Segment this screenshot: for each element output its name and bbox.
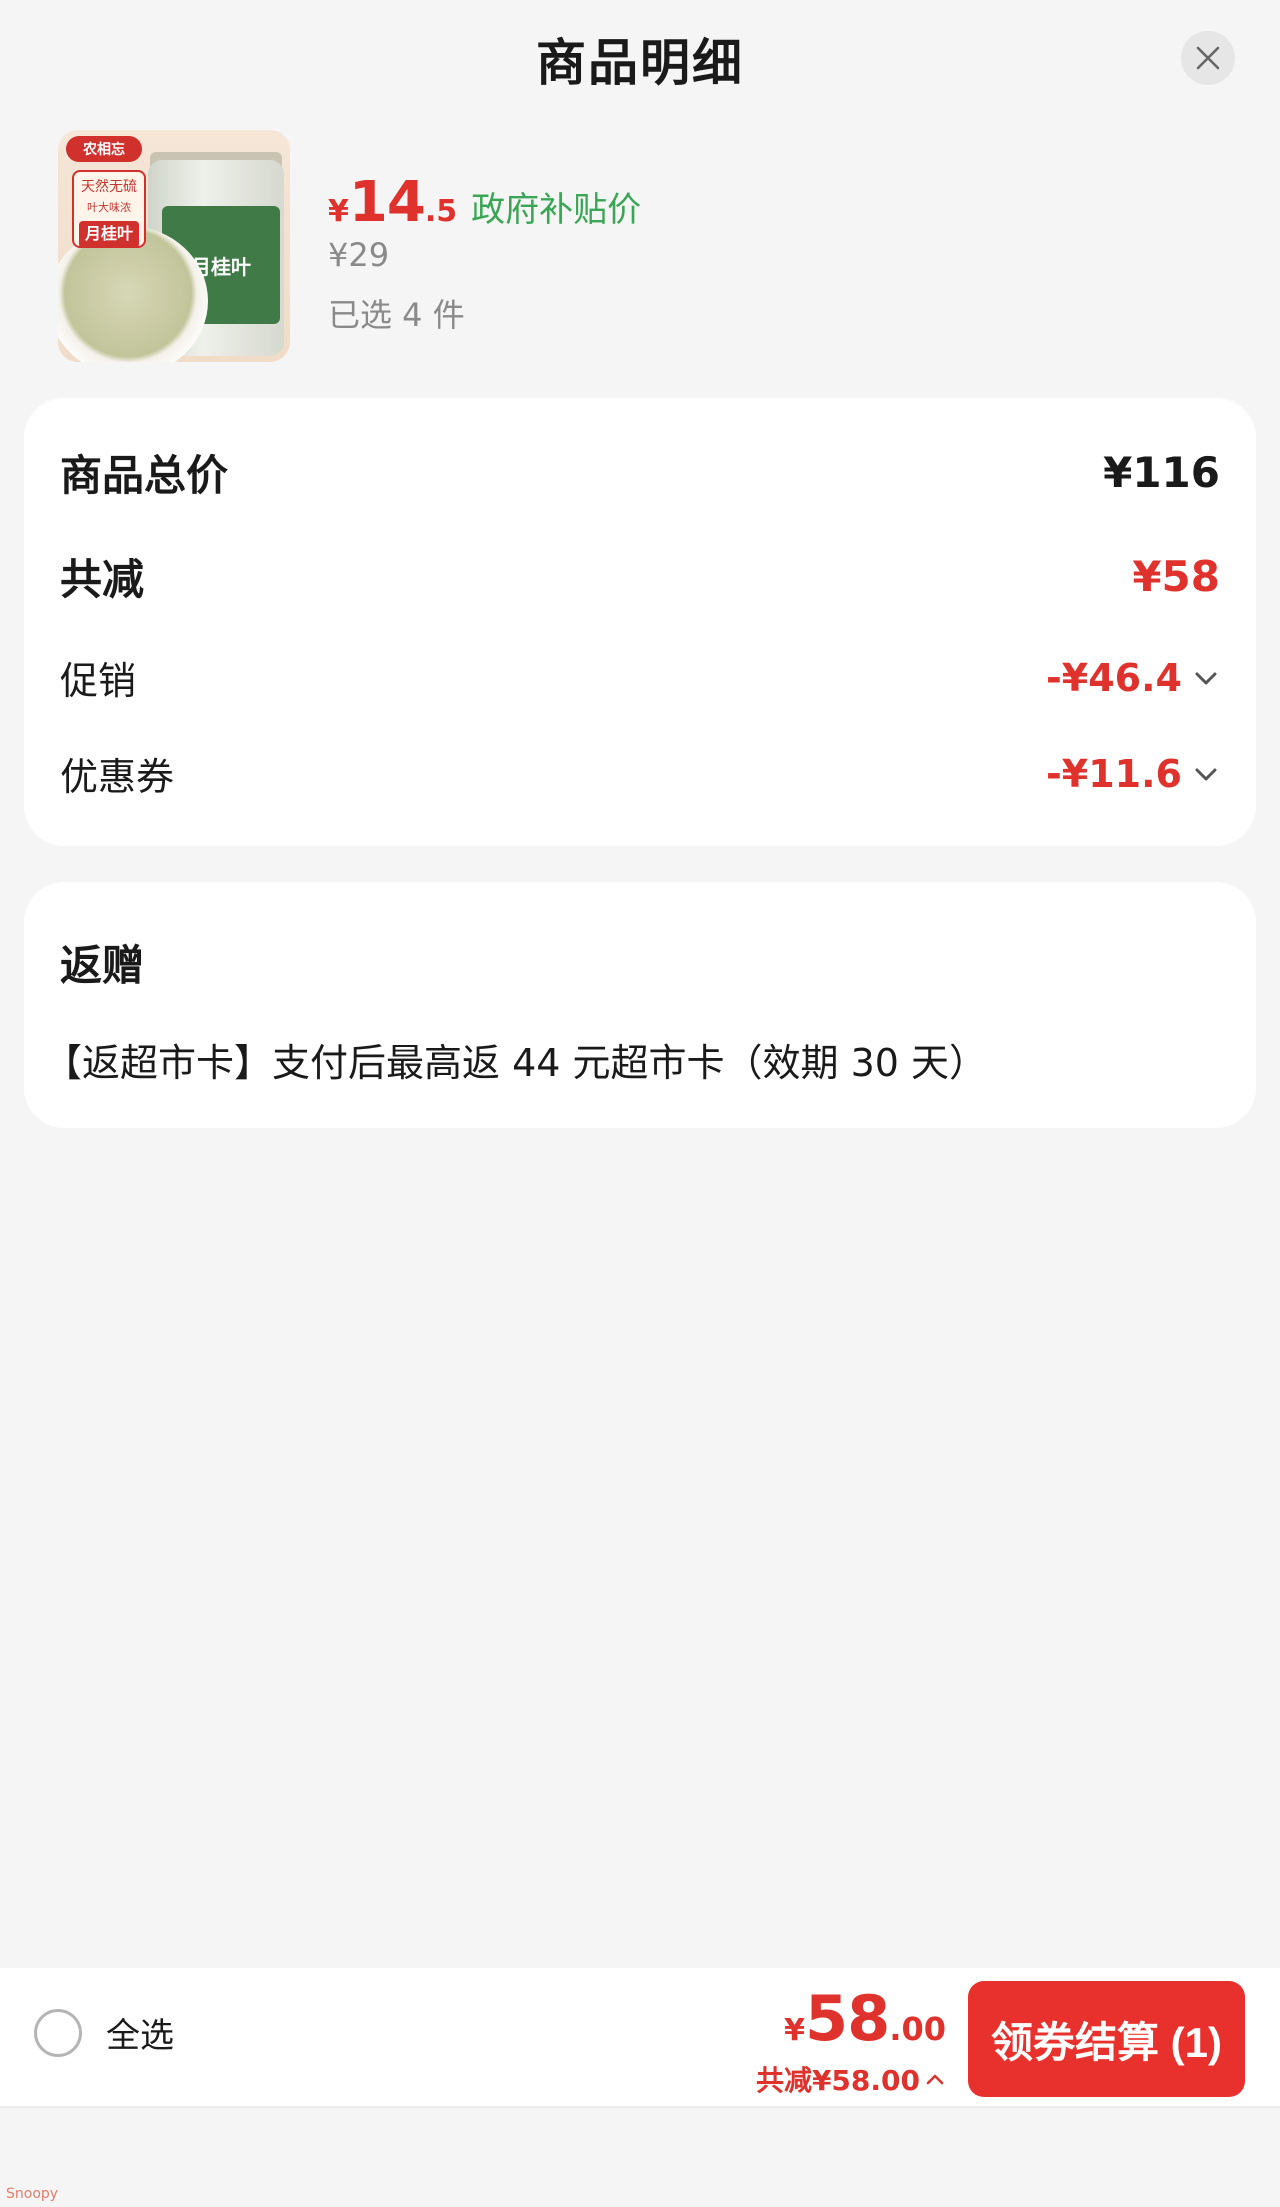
page-title: 商品明细 bbox=[536, 34, 744, 92]
discount-value: ¥58 bbox=[1132, 552, 1220, 601]
coupon-value: -¥11.6 bbox=[1046, 751, 1182, 796]
selected-count: 已选 4 件 bbox=[328, 296, 465, 334]
bottom-bar: 全选 ¥ 58 .00 共减¥58.00 领券结算 (1) bbox=[0, 1968, 1280, 2108]
total-discount-toggle[interactable]: 共减¥58.00 bbox=[756, 2059, 946, 2099]
product-item: 月桂叶 农相忘 天然无硫 叶大味浓 月桂叶 ¥ 14 .5 政府补贴价 ¥29 … bbox=[58, 130, 1238, 362]
close-button[interactable] bbox=[1181, 31, 1235, 85]
price-summary-card: 商品总价 ¥116 共减 ¥58 促销 -¥46.4 优惠券 -¥11.6 bbox=[24, 398, 1256, 846]
total-price-value: ¥116 bbox=[1103, 448, 1220, 497]
select-all-toggle[interactable]: 全选 bbox=[34, 2008, 174, 2057]
total-symbol: ¥ bbox=[784, 2013, 806, 2048]
product-image[interactable]: 月桂叶 农相忘 天然无硫 叶大味浓 月桂叶 bbox=[58, 130, 290, 362]
watermark: Snoopy bbox=[6, 2186, 59, 2202]
coupon-value-group[interactable]: -¥11.6 bbox=[1046, 752, 1220, 796]
promo-value-group[interactable]: -¥46.4 bbox=[1046, 656, 1220, 700]
product-price: ¥ 14 .5 政府补贴价 bbox=[328, 170, 641, 235]
product-detail-sheet: 商品明细 月桂叶 农相忘 天然无硫 叶大味浓 月桂叶 ¥ 14 .5 政府补贴价 bbox=[0, 0, 1280, 2207]
checkout-button[interactable]: 领券结算 (1) bbox=[968, 1981, 1245, 2097]
select-all-label: 全选 bbox=[106, 2016, 174, 2056]
promo-value: -¥46.4 bbox=[1046, 655, 1182, 700]
price-decimal: .5 bbox=[424, 194, 458, 229]
chevron-down-icon bbox=[1195, 768, 1217, 780]
coupon-label: 优惠券 bbox=[60, 755, 175, 799]
header: 商品明细 bbox=[0, 0, 1280, 118]
original-price: ¥29 bbox=[328, 236, 390, 274]
price-integer: 14 bbox=[348, 170, 426, 235]
total-discount-text: 共减¥58.00 bbox=[755, 2064, 920, 2097]
subsidy-label: 政府补贴价 bbox=[471, 190, 642, 230]
total-price-row: 商品总价 ¥116 bbox=[60, 442, 1220, 503]
total-price-label: 商品总价 bbox=[60, 451, 229, 500]
close-icon bbox=[1196, 46, 1220, 70]
package-label-line1: 天然无硫 bbox=[81, 179, 137, 195]
package-label-name: 月桂叶 bbox=[79, 221, 139, 248]
chevron-up-icon bbox=[926, 2074, 944, 2085]
total-integer: 58 bbox=[805, 1982, 890, 2055]
gift-card: 返赠 【返超市卡】支付后最高返 44 元超市卡（效期 30 天） bbox=[24, 882, 1256, 1128]
gift-description: 【返超市卡】支付后最高返 44 元超市卡（效期 30 天） bbox=[44, 1041, 988, 1085]
chevron-down-icon bbox=[1195, 672, 1217, 684]
total-payable: ¥ 58 .00 bbox=[756, 1982, 946, 2055]
package-label-line2: 叶大味浓 bbox=[87, 200, 131, 214]
package-label: 天然无硫 叶大味浓 月桂叶 bbox=[72, 170, 146, 248]
promo-row[interactable]: 促销 -¥46.4 bbox=[60, 650, 1220, 705]
select-all-radio[interactable] bbox=[34, 2008, 82, 2057]
gift-title: 返赠 bbox=[60, 941, 145, 990]
discount-label: 共减 bbox=[60, 555, 145, 604]
promo-label: 促销 bbox=[60, 659, 137, 703]
brand-tag: 农相忘 bbox=[66, 136, 142, 162]
discount-row: 共减 ¥58 bbox=[60, 546, 1220, 607]
price-symbol: ¥ bbox=[328, 194, 349, 229]
total-block[interactable]: ¥ 58 .00 共减¥58.00 bbox=[756, 1982, 946, 2099]
coupon-row[interactable]: 优惠券 -¥11.6 bbox=[60, 746, 1220, 801]
total-decimal: .00 bbox=[889, 2010, 946, 2048]
